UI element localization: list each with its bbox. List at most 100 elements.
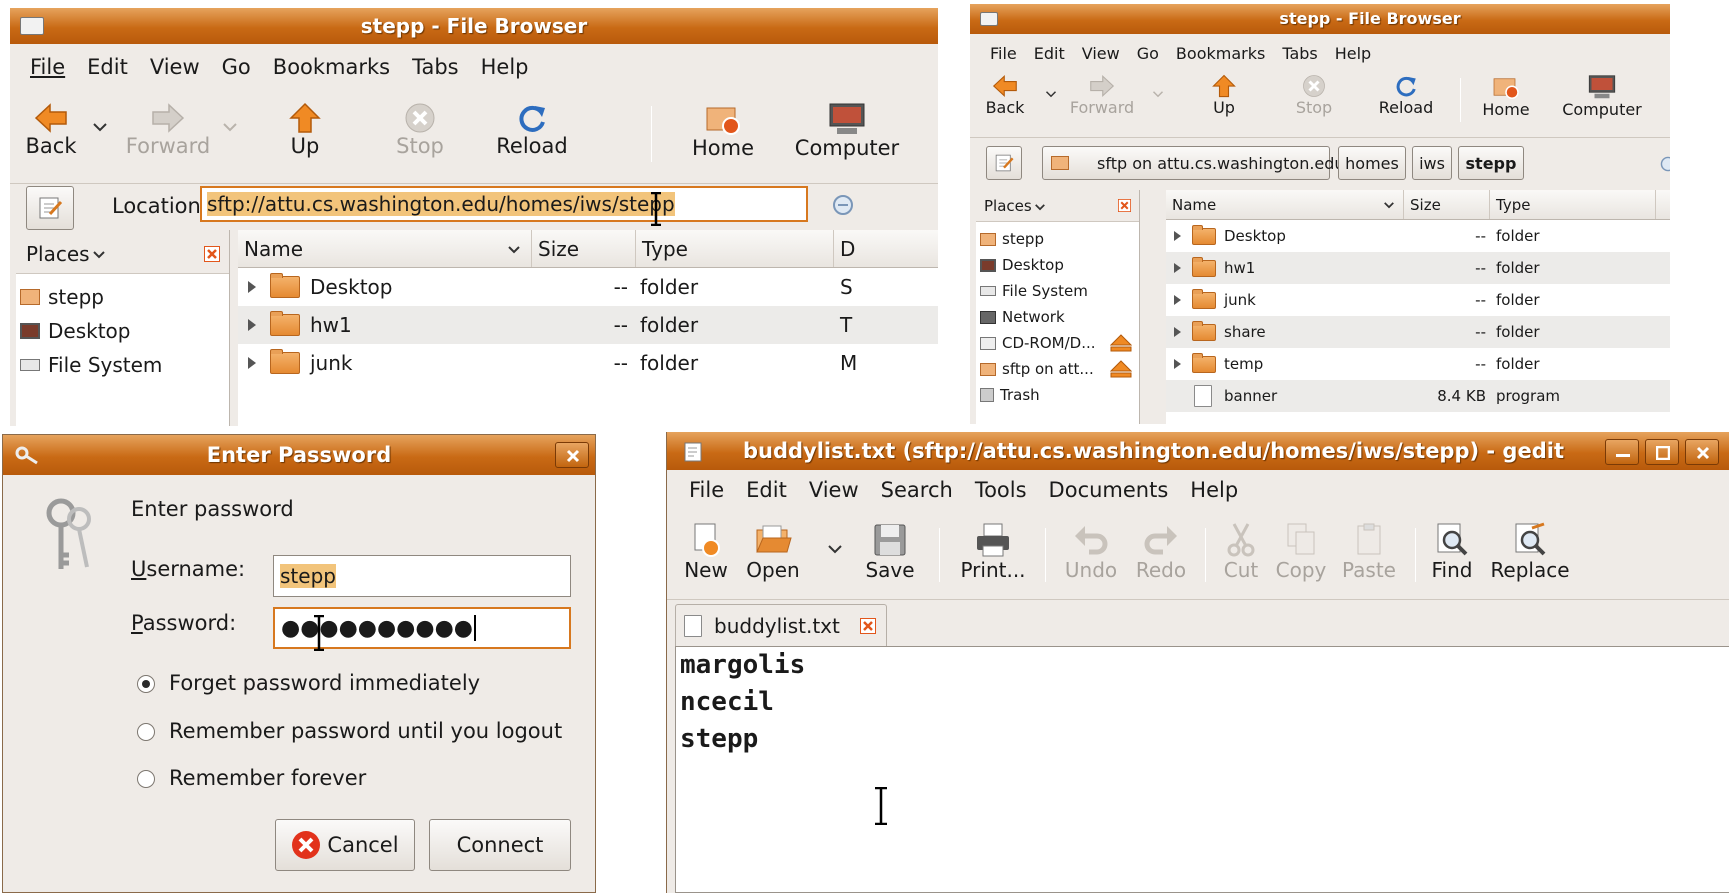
menu-view[interactable]: View	[1082, 44, 1120, 63]
chevron-down-icon[interactable]	[1045, 90, 1057, 98]
menu-tabs[interactable]: Tabs	[1282, 44, 1317, 63]
table-row[interactable]: junk -- folder	[1166, 284, 1670, 316]
table-row[interactable]: hw1 -- folder	[1166, 252, 1670, 284]
menu-edit[interactable]: Edit	[1034, 44, 1065, 63]
print-button[interactable]: Print...	[957, 522, 1029, 582]
menu-file[interactable]: File	[990, 44, 1017, 63]
titlebar[interactable]: buddylist.txt (sftp://attu.cs.washington…	[667, 432, 1729, 470]
menu-documents[interactable]: Documents	[1049, 478, 1169, 502]
menu-tools[interactable]: Tools	[975, 478, 1027, 502]
menu-help[interactable]: Help	[1190, 478, 1238, 502]
titlebar[interactable]: stepp - File Browser	[970, 4, 1670, 34]
option-until-logout-label[interactable]: Remember password until you logout	[169, 719, 562, 743]
text-editor-area[interactable]: margolis ncecil stepp	[675, 646, 1729, 893]
save-button[interactable]: Save	[863, 522, 917, 582]
zoom-icon[interactable]	[1660, 156, 1670, 172]
column-size[interactable]: Size	[1404, 190, 1490, 219]
menu-help[interactable]: Help	[1335, 44, 1371, 63]
column-date[interactable]: D	[834, 230, 938, 267]
menu-view[interactable]: View	[150, 55, 200, 79]
chevron-down-icon[interactable]	[827, 544, 843, 554]
minimize-button[interactable]	[1605, 439, 1639, 465]
place-trash[interactable]: Trash	[976, 382, 1139, 408]
path-segment-iws[interactable]: iws	[1412, 146, 1452, 180]
open-button[interactable]: Open	[743, 522, 803, 582]
cancel-button[interactable]: Cancel	[275, 819, 415, 871]
places-header[interactable]: Places	[976, 190, 1139, 222]
column-type[interactable]: Type	[1490, 190, 1656, 219]
location-input[interactable]: sftp://attu.cs.washington.edu/homes/iws/…	[200, 186, 808, 222]
expander-icon[interactable]	[1174, 359, 1181, 369]
place-network[interactable]: Network	[976, 304, 1139, 330]
menu-search[interactable]: Search	[881, 478, 953, 502]
option-forever-label[interactable]: Remember forever	[169, 766, 366, 790]
menu-file[interactable]: File	[30, 55, 65, 79]
find-button[interactable]: Find	[1427, 522, 1477, 582]
menu-file[interactable]: File	[689, 478, 724, 502]
place-desktop[interactable]: Desktop	[16, 316, 229, 346]
expander-icon[interactable]	[248, 319, 256, 331]
option-forget-label[interactable]: Forget password immediately	[169, 671, 480, 695]
place-file-system[interactable]: File System	[976, 278, 1139, 304]
connect-button[interactable]: Connect	[429, 819, 571, 871]
cut-button[interactable]: Cut	[1219, 522, 1263, 582]
table-row[interactable]: Desktop -- folder	[1166, 220, 1670, 252]
places-header[interactable]: Places	[16, 230, 229, 274]
expander-icon[interactable]	[1174, 263, 1181, 273]
chevron-down-icon[interactable]	[92, 122, 108, 132]
menu-go[interactable]: Go	[1137, 44, 1159, 63]
close-icon[interactable]	[859, 617, 876, 634]
replace-button[interactable]: Replace	[1487, 522, 1573, 582]
redo-button[interactable]: Redo	[1133, 522, 1189, 582]
stop-button[interactable]: Stop	[1290, 74, 1338, 117]
expander-icon[interactable]	[1174, 295, 1181, 305]
maximize-button[interactable]	[1645, 439, 1679, 465]
path-segment-sftp[interactable]: sftp on attu.cs.washington.edu	[1042, 146, 1345, 180]
chevron-down-icon[interactable]	[222, 122, 238, 132]
menu-bookmarks[interactable]: Bookmarks	[273, 55, 390, 79]
expander-icon[interactable]	[248, 281, 256, 293]
table-row[interactable]: hw1 -- folder T	[238, 306, 938, 344]
table-row[interactable]: Desktop -- folder S	[238, 268, 938, 306]
table-row[interactable]: junk -- folder M	[238, 344, 938, 382]
stop-button[interactable]: Stop	[390, 102, 450, 158]
radio-forget-immediately[interactable]	[137, 675, 155, 693]
reload-button[interactable]: Reload	[492, 102, 572, 158]
menu-help[interactable]: Help	[481, 55, 529, 79]
close-button[interactable]	[555, 442, 589, 468]
menu-edit[interactable]: Edit	[746, 478, 787, 502]
new-button[interactable]: New	[681, 522, 731, 582]
eject-icon[interactable]	[1110, 334, 1132, 352]
forward-button[interactable]: Forward	[120, 102, 216, 158]
titlebar[interactable]: stepp - File Browser	[10, 8, 938, 44]
home-button[interactable]: Home	[688, 102, 758, 160]
up-button[interactable]: Up	[1206, 74, 1242, 117]
place-stepp[interactable]: stepp	[16, 282, 229, 312]
table-row[interactable]: temp -- folder	[1166, 348, 1670, 380]
menu-edit[interactable]: Edit	[87, 55, 128, 79]
document-tab[interactable]: buddylist.txt	[675, 604, 887, 646]
place-desktop[interactable]: Desktop	[976, 252, 1139, 278]
place-cdrom[interactable]: CD-ROM/D...	[976, 330, 1139, 356]
place-stepp[interactable]: stepp	[976, 226, 1139, 252]
copy-button[interactable]: Copy	[1273, 522, 1329, 582]
forward-button[interactable]: Forward	[1066, 74, 1138, 117]
username-field[interactable]: stepp	[273, 555, 571, 597]
paste-button[interactable]: Paste	[1339, 522, 1399, 582]
menu-go[interactable]: Go	[222, 55, 251, 79]
titlebar[interactable]: Enter Password	[3, 435, 595, 475]
eject-icon[interactable]	[1110, 360, 1132, 378]
table-row[interactable]: share -- folder	[1166, 316, 1670, 348]
radio-remember-until-logout[interactable]	[137, 723, 155, 741]
toggle-path-button[interactable]	[26, 186, 74, 230]
path-segment-stepp[interactable]: stepp	[1458, 146, 1524, 180]
expander-icon[interactable]	[1174, 327, 1181, 337]
close-icon[interactable]	[1118, 199, 1131, 212]
radio-remember-forever[interactable]	[137, 770, 155, 788]
reload-button[interactable]: Reload	[1376, 74, 1436, 117]
path-segment-homes[interactable]: homes	[1338, 146, 1406, 180]
menu-view[interactable]: View	[809, 478, 859, 502]
column-type[interactable]: Type	[636, 230, 834, 267]
computer-button[interactable]: Computer	[794, 102, 900, 160]
close-icon[interactable]	[204, 246, 220, 262]
